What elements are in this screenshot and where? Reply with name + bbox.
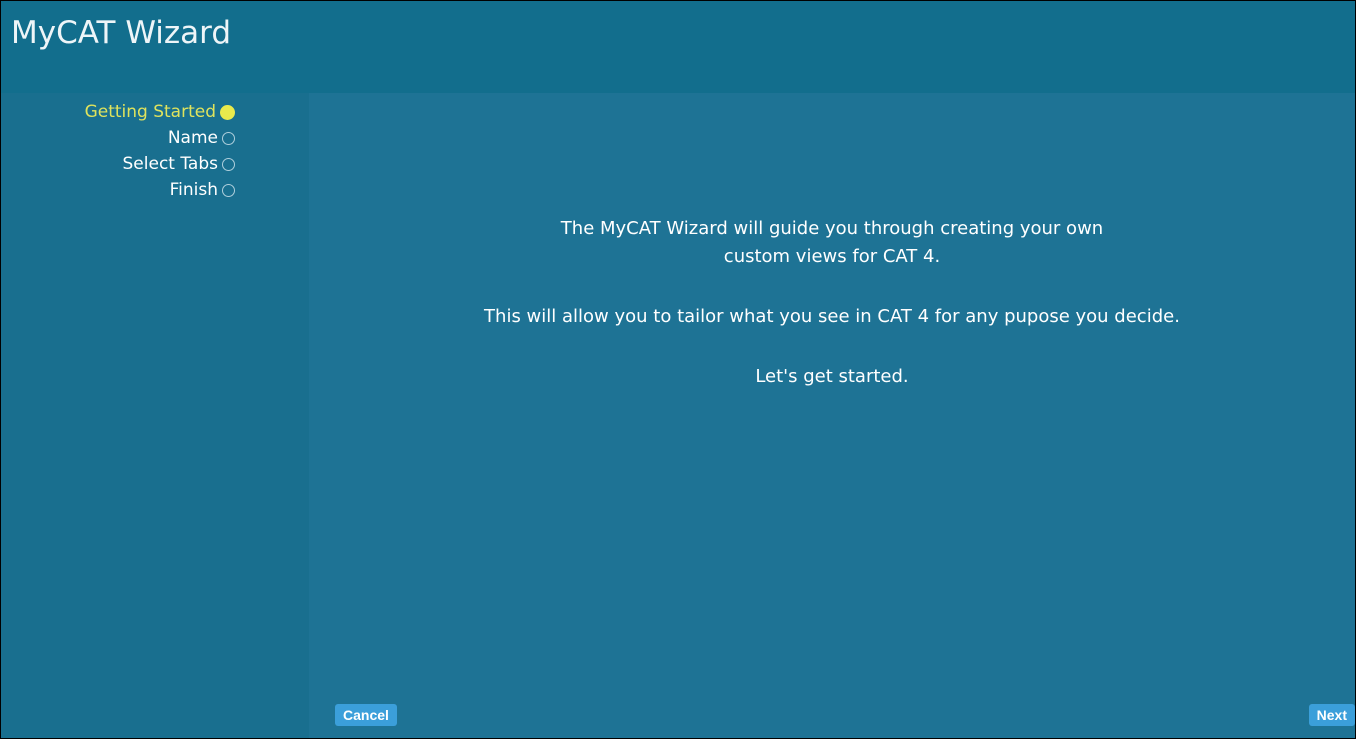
step-pending-indicator-icon bbox=[222, 131, 235, 145]
step-list: Getting Started Name Select Tabs Finish bbox=[85, 99, 235, 203]
intro-paragraph-3: Let's get started. bbox=[755, 366, 909, 387]
intro-message: The MyCAT Wizard will guide you through … bbox=[309, 215, 1355, 423]
step-getting-started: Getting Started bbox=[85, 99, 235, 125]
step-label: Select Tabs bbox=[122, 154, 218, 174]
content-panel: The MyCAT Wizard will guide you through … bbox=[309, 93, 1355, 738]
intro-paragraph-2: This will allow you to tailor what you s… bbox=[484, 306, 1180, 327]
step-finish: Finish bbox=[85, 177, 235, 203]
step-sidebar: Getting Started Name Select Tabs Finish bbox=[1, 93, 309, 738]
step-pending-indicator-icon bbox=[222, 183, 235, 197]
cancel-button[interactable]: Cancel bbox=[335, 704, 397, 726]
step-select-tabs: Select Tabs bbox=[85, 151, 235, 177]
next-button[interactable]: Next bbox=[1308, 704, 1355, 726]
step-pending-indicator-icon bbox=[222, 157, 235, 171]
app-title: MyCAT Wizard bbox=[11, 15, 232, 51]
step-label: Getting Started bbox=[84, 102, 216, 122]
step-current-indicator-icon bbox=[220, 104, 235, 120]
intro-paragraph-1: The MyCAT Wizard will guide you through … bbox=[560, 218, 1104, 267]
wizard-window: MyCAT Wizard Getting Started Name Select… bbox=[0, 0, 1356, 739]
title-bar: MyCAT Wizard bbox=[1, 1, 1355, 93]
step-name: Name bbox=[85, 125, 235, 151]
step-label: Finish bbox=[169, 180, 218, 200]
step-label: Name bbox=[167, 128, 218, 148]
